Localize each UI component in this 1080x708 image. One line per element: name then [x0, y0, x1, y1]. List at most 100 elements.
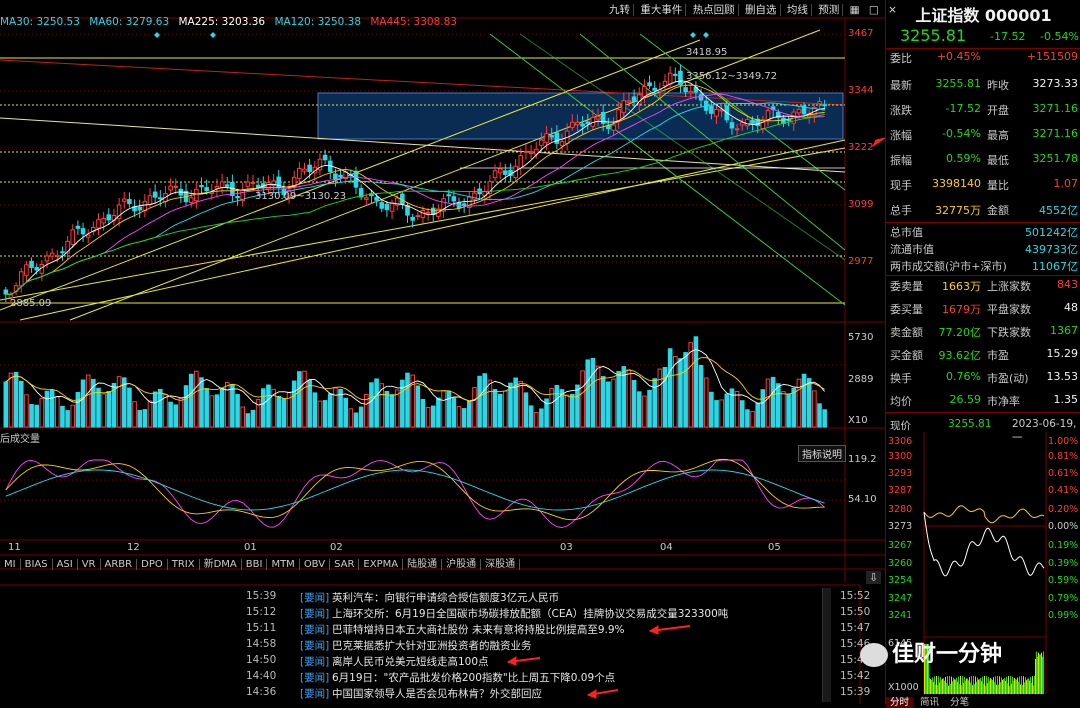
quote-value: +151509: [1026, 50, 1078, 63]
quote-row: 振幅 0.59% 最低 3251.78: [890, 152, 1078, 170]
download-icon[interactable]: ⇩: [866, 571, 882, 584]
intraday-axis-label: 0.19%: [1048, 540, 1079, 551]
price-axis-label: 3099: [848, 199, 874, 210]
index-change: -17.52: [990, 30, 1026, 43]
news-item[interactable]: 15:39 [要闻] 英利汽车：向银行申请综合授信额度3亿元人民币 15:52: [0, 590, 870, 606]
intraday-axis-label: X1000: [888, 682, 919, 693]
quote-label: 市净率: [987, 395, 1020, 408]
quote-value: 1.07: [1053, 177, 1079, 190]
tab-sar[interactable]: SAR: [330, 559, 360, 570]
quote-row: 换手 0.76% 市盈(动) 13.53: [890, 370, 1078, 388]
news-item[interactable]: 14:36 [要闻] 中国国家领导人是否会见布林肯？外交部回应 15:39: [0, 686, 870, 702]
indicator-axis-label: 119.2: [848, 454, 877, 465]
intraday-axis-label: 3293: [888, 468, 913, 479]
index-price: 3255.81: [900, 26, 967, 45]
quote-label: 现手: [890, 179, 912, 192]
quote-value: 0.59%: [946, 152, 981, 165]
month-label: 02: [330, 542, 343, 553]
quote-label: 昨收: [987, 79, 1009, 92]
quote-row: 买金额 93.62亿 市盈 15.29: [890, 347, 1078, 365]
chart-toolbar: 九转 重大事件 热点回顾 删自选 均线 预测 ▦ □ ×: [606, 2, 900, 18]
quote-label: 最高: [987, 129, 1009, 142]
month-label: 12: [127, 542, 140, 553]
quote-label: 振幅: [890, 154, 912, 167]
toolbar-remove-watchlist[interactable]: 删自选: [742, 4, 781, 16]
tab-trix[interactable]: TRIX: [167, 559, 200, 570]
wechat-icon: [860, 643, 888, 667]
toolbar-hot-review[interactable]: 热点回顾: [689, 4, 739, 16]
intraday-axis-label: 0.39%: [1048, 558, 1079, 569]
range-annotation: 3356.12~3349.72: [686, 71, 778, 82]
quote-value: 32775万: [935, 204, 981, 217]
news-item[interactable]: 14:58 [要闻] 巴克莱据悉扩大针对亚洲投资者的融资业务 15:46: [0, 638, 870, 654]
intraday-axis-label: 3287: [888, 485, 913, 496]
intraday-axis-label: 0.20%: [1048, 504, 1079, 515]
tab-asi[interactable]: ASI: [52, 559, 78, 570]
tab-bbi[interactable]: BBI: [241, 559, 268, 570]
tab-shengutong[interactable]: 深股通: [481, 559, 521, 570]
quote-value: 439733亿: [1025, 243, 1078, 256]
intraday-price-label: 现价: [890, 420, 911, 432]
tab-mi[interactable]: MI: [0, 559, 21, 570]
quote-value: 1679万: [942, 303, 981, 316]
tab-lugutong[interactable]: 陆股通: [403, 559, 443, 570]
quote-value: 93.62亿: [938, 349, 982, 362]
volume-panel-title: 后成交量: [0, 434, 40, 445]
toolbar-ma-lines[interactable]: 均线: [783, 4, 812, 16]
intraday-axis-label: 0.79%: [1048, 593, 1079, 604]
indicator-help-button[interactable]: 指标说明: [798, 445, 846, 462]
ma-legend-bar: MA30: 3250.53 MA60: 3279.63 MA225: 3203.…: [0, 16, 600, 32]
quote-label: 市盈(动): [987, 372, 1029, 385]
quote-label: 涨幅: [890, 129, 912, 142]
ma445-label: MA445: 3308.83: [370, 16, 457, 28]
price-axis-label: 3344: [848, 85, 874, 96]
grid-icon[interactable]: ▦: [847, 4, 863, 16]
minimize-icon[interactable]: □: [866, 4, 882, 16]
quote-value: 3251.78: [1032, 152, 1079, 165]
news-item[interactable]: 14:40 [要闻] 6月19日："农产品批发价格200指数"比上周五下降0.09个…: [0, 670, 870, 686]
tab-obv[interactable]: OBV: [299, 559, 331, 570]
tab-dpo[interactable]: DPO: [137, 559, 168, 570]
tab-hugutong[interactable]: 沪股通: [442, 559, 482, 570]
intraday-avg-line: [923, 505, 1045, 524]
tab-intraday[interactable]: 分时: [886, 697, 914, 708]
quote-row: 流通市值 439733亿: [890, 241, 1078, 259]
quote-row: 涨幅 -0.54% 最高 3271.16: [890, 127, 1078, 145]
quote-label: 卖金额: [890, 326, 923, 339]
quote-label: 总手: [890, 204, 912, 217]
news-item[interactable]: 14:50 [要闻] 离岸人民币兑美元短线走高100点 15:44: [0, 654, 870, 670]
quote-row: 最新 3255.81 昨收 3273.33: [890, 77, 1078, 95]
tab-arbr[interactable]: ARBR: [100, 559, 138, 570]
tab-brief[interactable]: 简讯: [916, 697, 943, 708]
toolbar-forecast[interactable]: 预测: [815, 4, 844, 16]
price-axis-label: 2977: [848, 256, 874, 267]
intraday-axis-label: 3260: [888, 558, 913, 569]
quote-label: 流通市值: [890, 243, 934, 256]
news-item[interactable]: 15:11 [要闻] 巴菲特增持日本五大商社股份 未来有意将持股比例提高至9.9% 1…: [0, 622, 870, 638]
quote-value: 26.59: [949, 393, 982, 406]
tab-bias[interactable]: BIAS: [20, 559, 53, 570]
tab-mtm[interactable]: MTM: [267, 559, 300, 570]
high-annotation: 3418.95: [686, 47, 728, 58]
quote-value: 77.20亿: [938, 326, 982, 339]
ma225-label: MA225: 3203.36: [178, 16, 266, 28]
news-scrollbar[interactable]: [822, 588, 831, 702]
intraday-axis-label: 3280: [888, 504, 913, 515]
month-label: 11: [8, 542, 21, 553]
tab-ticks[interactable]: 分笔: [946, 697, 973, 708]
news-item[interactable]: 15:12 [要闻] 上海环交所：6月19日全国碳市场碳排放配额（CEA）挂牌协议交…: [0, 606, 870, 622]
toolbar-major-events[interactable]: 重大事件: [637, 4, 687, 16]
event-markers: [154, 32, 709, 38]
tab-new-dma[interactable]: 新DMA: [199, 559, 242, 570]
quote-value: 11067亿: [1032, 260, 1078, 273]
ma60-label: MA60: 3279.63: [89, 16, 170, 28]
quote-row: 均价 26.59 市净率 1.35: [890, 393, 1078, 411]
intraday-axis-label: 0.99%: [1048, 610, 1079, 621]
tab-expma[interactable]: EXPMA: [359, 559, 404, 570]
toolbar-jiuzhuan[interactable]: 九转: [606, 4, 634, 16]
tab-vr[interactable]: VR: [77, 559, 101, 570]
quote-value: 3255.81: [935, 77, 982, 90]
quote-value: 1.35: [1053, 393, 1079, 406]
range-box: [317, 92, 844, 140]
intraday-axis-label: 3300: [888, 451, 913, 462]
